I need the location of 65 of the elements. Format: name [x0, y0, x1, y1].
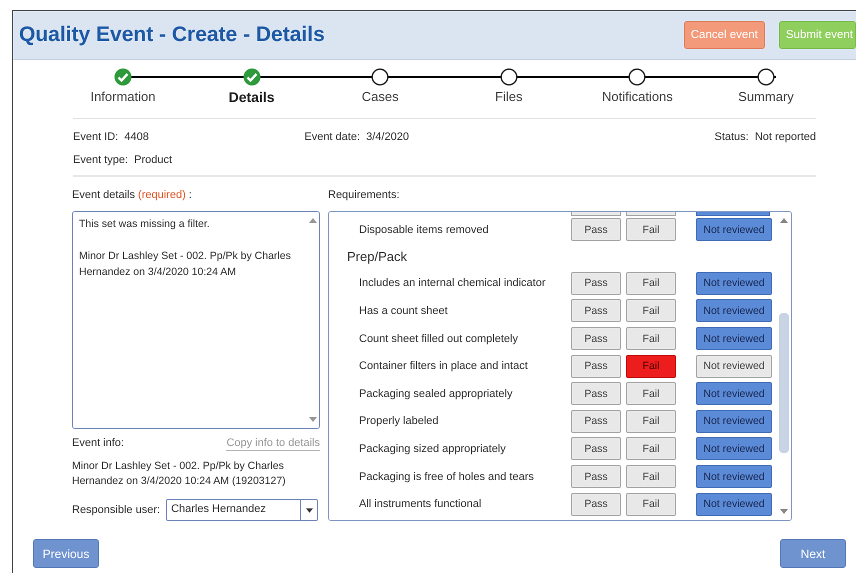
pass-button[interactable]: Pass	[571, 327, 621, 350]
fail-button[interactable]: Fail	[626, 327, 676, 350]
event-info-label: Event info:	[72, 437, 124, 451]
pass-button[interactable]: Pass	[571, 299, 621, 322]
scrollbar-thumb[interactable]	[779, 313, 789, 453]
requirement-label: Has a count sheet	[359, 304, 449, 317]
responsible-user-dropdown[interactable]: Charles Hernandez	[166, 499, 318, 521]
requirement-label: All instruments functional	[359, 498, 482, 510]
fail-button[interactable]: Fail	[626, 437, 676, 460]
requirement-label: Packaging sealed appropriately	[359, 388, 514, 400]
pass-button[interactable]: Pass	[571, 410, 621, 433]
step-tab[interactable]: Information	[68, 68, 178, 118]
window-title: Quality Event - Create - Details	[19, 23, 325, 47]
event-details-field[interactable]: This set was missing a filter. Minor Dr Lashley Set - 002. Pp/Pk by Charles Hernandez on 3/4/2020 10:24 AM	[72, 211, 320, 429]
requirements-label: Requirements:	[328, 189, 401, 203]
fail-button[interactable]: Fail	[626, 299, 676, 322]
fail-button[interactable]: Fail	[626, 492, 676, 516]
event-details-label: Event details (required) :	[72, 189, 193, 203]
step-tab[interactable]: Details	[196, 68, 307, 118]
pass-button[interactable]: Pass	[571, 465, 621, 488]
status-text: Status: Not reported	[714, 130, 816, 142]
event-type-text: Event type: Product	[73, 154, 172, 166]
group-heading: Prep/Pack	[347, 248, 408, 266]
requirement-label: Packaging is free of holes and tears	[359, 470, 535, 483]
step-tab[interactable]: Summary	[710, 68, 821, 118]
not-reviewed-button[interactable]: Not reviewed	[696, 354, 772, 378]
fail-button[interactable]: Fail	[626, 410, 676, 433]
not-reviewed-button[interactable]: Not reviewed	[696, 382, 772, 406]
not-reviewed-button[interactable]: Not reviewed	[696, 492, 772, 516]
requirement-label: Container filters in place and intact	[359, 360, 529, 372]
scroll-down-icon[interactable]	[309, 417, 317, 422]
step-tab[interactable]: Files	[454, 68, 564, 118]
requirement-label: Count sheet filled out completely	[359, 332, 519, 345]
step-tab[interactable]: Notifications	[582, 68, 692, 118]
fail-button[interactable]: Fail	[626, 465, 676, 488]
requirement-label: Properly labeled	[359, 415, 440, 428]
responsible-user-label: Responsible user:	[72, 504, 160, 516]
scroll-up-icon[interactable]	[309, 218, 317, 223]
pass-button[interactable]: Pass	[571, 354, 621, 378]
scroll-down-icon[interactable]	[780, 509, 788, 514]
requirement-label: Packaging sized appropriately	[359, 442, 507, 455]
not-reviewed-button[interactable]: Not reviewed	[696, 410, 772, 433]
pass-button[interactable]: Pass	[571, 218, 621, 242]
step-tab[interactable]: Cases	[325, 68, 436, 118]
caret-icon	[306, 508, 313, 512]
not-reviewed-button[interactable]: Not reviewed	[696, 327, 772, 350]
not-reviewed-button[interactable]: Not reviewed	[696, 272, 772, 295]
event-id-text: Event ID: 4408	[73, 130, 149, 142]
requirement-label: Disposable items removed	[359, 224, 490, 236]
pass-button[interactable]: Pass	[571, 272, 621, 295]
not-reviewed-button[interactable]: Not reviewed	[696, 465, 772, 488]
fail-button[interactable]: Fail	[626, 354, 676, 378]
event-info-text: Minor Dr Lashley Set - 002. Pp/Pk by Charles Hernandez on 3/4/2020 10:24 AM (19203127)	[72, 459, 287, 489]
requirement-label: Includes an internal chemical indicator	[359, 277, 546, 290]
pass-button[interactable]: Pass	[571, 382, 621, 406]
pass-button[interactable]: Pass	[571, 492, 621, 516]
pass-button[interactable]: Pass	[571, 437, 621, 460]
scroll-up-icon[interactable]	[780, 218, 788, 223]
not-reviewed-button[interactable]: Not reviewed	[696, 437, 772, 460]
not-reviewed-button[interactable]: Not reviewed	[696, 299, 772, 322]
not-reviewed-button[interactable]: Not reviewed	[696, 218, 772, 242]
fail-button[interactable]: Fail	[626, 382, 676, 406]
event-date-text: Event date: 3/4/2020	[304, 130, 409, 142]
fail-button[interactable]: Fail	[626, 272, 676, 295]
fail-button[interactable]: Fail	[626, 218, 676, 242]
